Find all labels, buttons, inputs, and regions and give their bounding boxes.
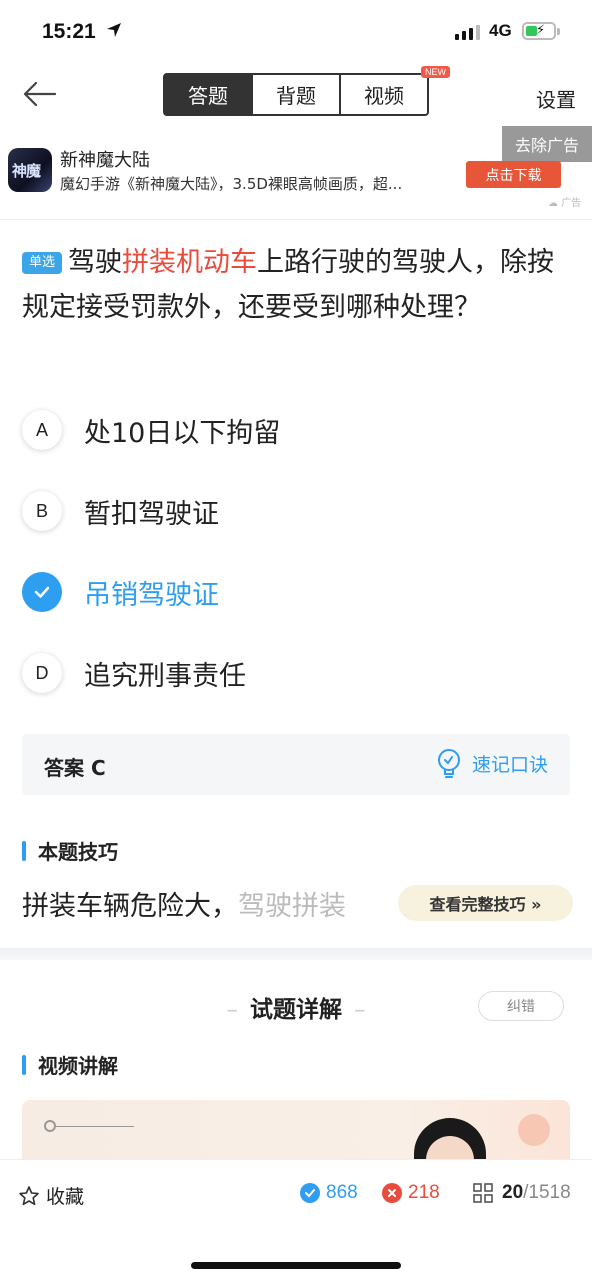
signal-icon: [455, 24, 480, 40]
wrong-count[interactable]: 218: [382, 1182, 440, 1204]
battery-icon: ⚡: [522, 22, 556, 40]
option-letter-d: D: [22, 653, 62, 693]
section-marker: [22, 1054, 26, 1075]
tab-memorize[interactable]: 背题: [253, 75, 341, 114]
remove-ad-button[interactable]: 去除广告: [502, 126, 592, 162]
section-marker: [22, 840, 26, 861]
view-full-tips-button[interactable]: 查看完整技巧 »: [398, 885, 573, 921]
video-decoration-line: [44, 1120, 134, 1132]
mnemonic-button[interactable]: 速记口诀: [436, 748, 548, 778]
answer-box: 答案 C 速记口诀: [22, 734, 570, 795]
favorite-label: 收藏: [46, 1186, 85, 1208]
correct-count[interactable]: 868: [300, 1182, 358, 1204]
section-divider: [0, 948, 592, 960]
option-a[interactable]: A 处10日以下拘留: [22, 405, 562, 455]
option-text-d: 追究刑事责任: [84, 660, 246, 692]
arrow-left-icon[interactable]: [22, 80, 56, 108]
grid-icon: [473, 1183, 493, 1203]
settings-button[interactable]: 设置: [536, 84, 576, 113]
check-icon: [22, 572, 62, 612]
lightbulb-icon: [437, 749, 460, 778]
status-bar: 15:21 4G ⚡: [0, 0, 592, 62]
question-progress[interactable]: 20/1518: [472, 1182, 571, 1204]
mode-segmented-control: 答题 背题 视频: [163, 73, 429, 116]
option-c[interactable]: 吊销驾驶证: [22, 567, 562, 617]
network-type: 4G: [489, 21, 512, 40]
star-icon: [19, 1185, 39, 1205]
ad-download-button[interactable]: 点击下载: [466, 161, 561, 188]
tips-preview: 拼装车辆危险大，驾驶拼装: [22, 891, 346, 922]
tab-video[interactable]: 视频: [341, 75, 427, 114]
home-indicator: [191, 1262, 401, 1269]
ad-label: ☁ 广告: [548, 198, 582, 209]
location-arrow-icon: [107, 23, 121, 37]
favorite-button[interactable]: 收藏: [18, 1182, 84, 1209]
question-highlight: 拼装机动车: [122, 247, 258, 278]
new-badge: NEW: [421, 66, 450, 78]
battery-tip: [557, 28, 560, 35]
option-text-b: 暂扣驾驶证: [84, 498, 219, 530]
nav-bar: 答题 背题 视频 NEW 设置: [0, 62, 592, 126]
video-explanation-title: 视频讲解: [22, 1050, 118, 1079]
check-circle-icon: [300, 1183, 320, 1203]
tab-answer[interactable]: 答题: [165, 75, 253, 114]
mnemonic-label: 速记口诀: [471, 753, 548, 776]
question-type-badge: 单选: [22, 252, 63, 274]
ad-title: 新神魔大陆: [60, 150, 150, 171]
option-text-a: 处10日以下拘留: [84, 417, 281, 449]
question-text-before: 驾驶: [68, 247, 123, 278]
question-text: 单选 驾驶拼装机动车上路行驶的驾驶人，除按规定接受罚款外，还要受到哪种处理？: [22, 240, 572, 330]
report-error-button[interactable]: 纠错: [478, 991, 564, 1021]
current-question: 20: [502, 1182, 524, 1203]
status-time: 15:21: [42, 20, 96, 43]
option-text-c: 吊销驾驶证: [84, 579, 219, 611]
ad-banner[interactable]: 神魔 新神魔大陆 魔幻手游《新神魔大陆》，3.5D裸眼高帧画质，超... 去除广…: [0, 126, 592, 220]
video-decoration-circle: [518, 1114, 550, 1146]
total-questions: /1518: [523, 1182, 571, 1203]
ad-app-logo: 神魔: [8, 148, 52, 192]
option-letter-a: A: [22, 410, 62, 450]
ad-description: 魔幻手游《新神魔大陆》，3.5D裸眼高帧画质，超...: [60, 175, 403, 193]
tips-title: 本题技巧: [22, 836, 118, 865]
answer-label: 答案 C: [44, 756, 106, 780]
x-circle-icon: [382, 1183, 402, 1203]
option-b[interactable]: B 暂扣驾驶证: [22, 486, 562, 536]
option-d[interactable]: D 追究刑事责任: [22, 648, 562, 698]
option-letter-b: B: [22, 491, 62, 531]
